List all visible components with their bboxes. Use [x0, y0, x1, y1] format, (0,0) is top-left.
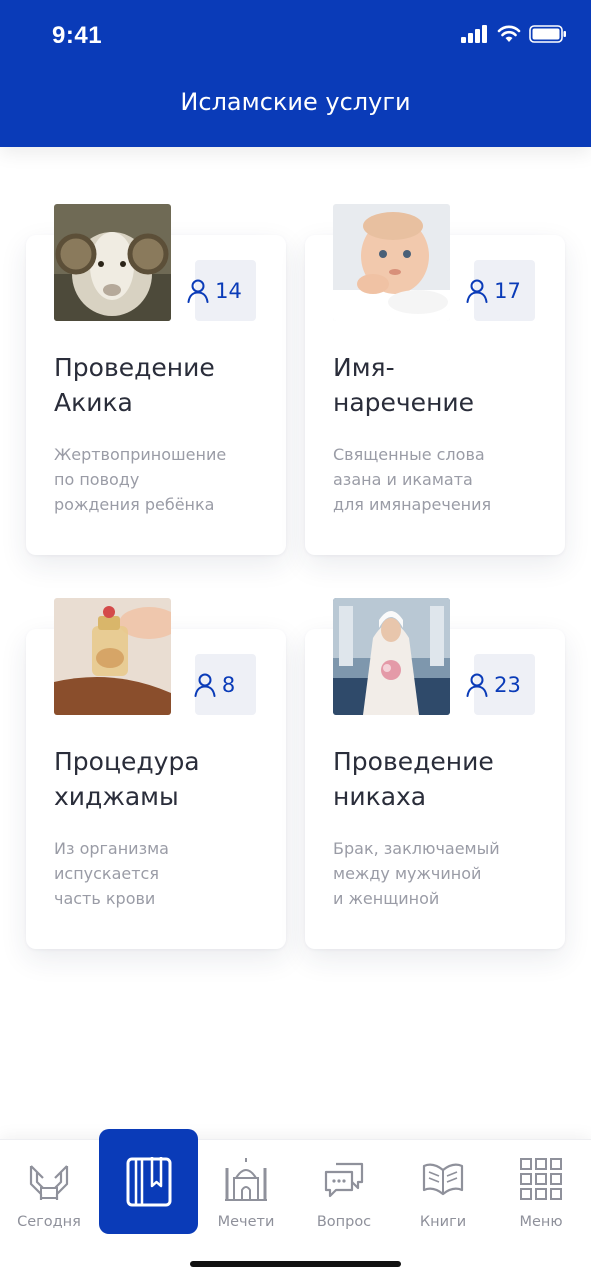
battery-icon — [529, 25, 566, 43]
participants-count: 8 — [221, 672, 236, 697]
card-desc-line: и женщиной — [333, 889, 440, 908]
person-icon — [466, 673, 488, 697]
card-title-line: Имя- — [333, 353, 395, 382]
tab-label: Книги — [419, 1214, 467, 1230]
card-title: Проведение Акика — [54, 350, 274, 420]
wifi-icon — [497, 25, 521, 42]
participants-badge: 23 — [466, 654, 535, 715]
card-description: Жертвоприношение по поводу рождения ребё… — [54, 442, 254, 517]
card-desc-line: Из организма — [54, 839, 169, 858]
signal-icon — [461, 25, 487, 43]
tab-books[interactable]: Книги — [394, 1140, 492, 1240]
tab-label: Сегодня — [17, 1214, 81, 1230]
bride-photo — [333, 598, 450, 715]
person-icon — [194, 673, 216, 697]
card-description: Брак, заключаемый между мужчиной и женщи… — [333, 836, 533, 911]
participants-count: 17 — [494, 278, 521, 303]
tab-label: Мечети — [217, 1214, 275, 1230]
service-card-akika[interactable]: 14 Проведение Акика Жертвоприношение по … — [26, 204, 286, 555]
app-header: 9:41 Исламские услуги — [0, 0, 591, 147]
page-title: Исламские услуги — [180, 88, 411, 116]
card-description: Священные слова азана и икамата для имян… — [333, 442, 533, 517]
card-title-line: Проведение — [333, 747, 494, 776]
tab-label: Меню — [519, 1214, 563, 1230]
card-desc-line: между мужчиной — [333, 864, 482, 883]
card-title: Проведение никаха — [333, 744, 553, 814]
status-time: 9:41 — [52, 22, 103, 49]
card-title-line: хиджамы — [54, 782, 179, 811]
open-book-icon — [422, 1163, 464, 1196]
person-icon — [187, 279, 209, 303]
card-title: Имя- наречение — [333, 350, 553, 420]
person-icon — [466, 279, 488, 303]
card-title-line: Процедура — [54, 747, 200, 776]
service-card-naming[interactable]: 17 Имя- наречение Священные слова азана … — [305, 204, 565, 555]
tab-question[interactable]: Вопрос — [295, 1140, 393, 1240]
card-desc-line: для имянаречения — [333, 495, 492, 514]
card-desc-line: Священные слова — [333, 445, 485, 464]
baby-photo — [333, 204, 450, 321]
card-desc-line: Брак, заключаемый — [333, 839, 500, 858]
tab-quran-active[interactable] — [99, 1129, 198, 1234]
participants-count: 14 — [215, 278, 242, 303]
card-desc-line: рождения ребёнка — [54, 495, 215, 514]
card-title-line: Проведение — [54, 353, 215, 382]
tab-today[interactable]: Сегодня — [0, 1140, 98, 1240]
status-icons — [461, 25, 567, 43]
participants-badge: 17 — [466, 260, 535, 321]
participants-badge: 14 — [187, 260, 256, 321]
tab-menu[interactable]: Меню — [492, 1140, 590, 1240]
card-desc-line: по поводу — [54, 470, 140, 489]
card-title: Процедура хиджамы — [54, 744, 274, 814]
card-title-line: Акика — [54, 388, 133, 417]
card-description: Из организма испускается часть крови — [54, 836, 254, 911]
hands-icon — [29, 1165, 69, 1200]
ram-photo — [54, 204, 171, 321]
card-desc-line: Жертвоприношение — [54, 445, 227, 464]
participants-badge: 8 — [194, 654, 256, 715]
card-desc-line: часть крови — [54, 889, 156, 908]
participants-count: 23 — [494, 672, 521, 697]
home-indicator — [190, 1261, 401, 1267]
cupping-photo — [54, 598, 171, 715]
card-desc-line: испускается — [54, 864, 159, 883]
card-title-line: никаха — [333, 782, 427, 811]
bottom-tab-bar: Сегодня Мечети Вопрос Книги Меню — [0, 1139, 591, 1280]
tab-label: Вопрос — [316, 1214, 372, 1230]
chat-icon — [324, 1162, 364, 1198]
service-card-hijama[interactable]: 8 Процедура хиджамы Из организма испуска… — [26, 598, 286, 949]
card-title-line: наречение — [333, 388, 475, 417]
card-desc-line: азана и икамата — [333, 470, 473, 489]
service-card-nikah[interactable]: 23 Проведение никаха Брак, заключаемый м… — [305, 598, 565, 949]
quran-book-icon — [126, 1156, 171, 1206]
grid-icon — [520, 1158, 562, 1200]
mosque-icon — [225, 1158, 267, 1201]
tab-mosques[interactable]: Мечети — [197, 1140, 295, 1240]
